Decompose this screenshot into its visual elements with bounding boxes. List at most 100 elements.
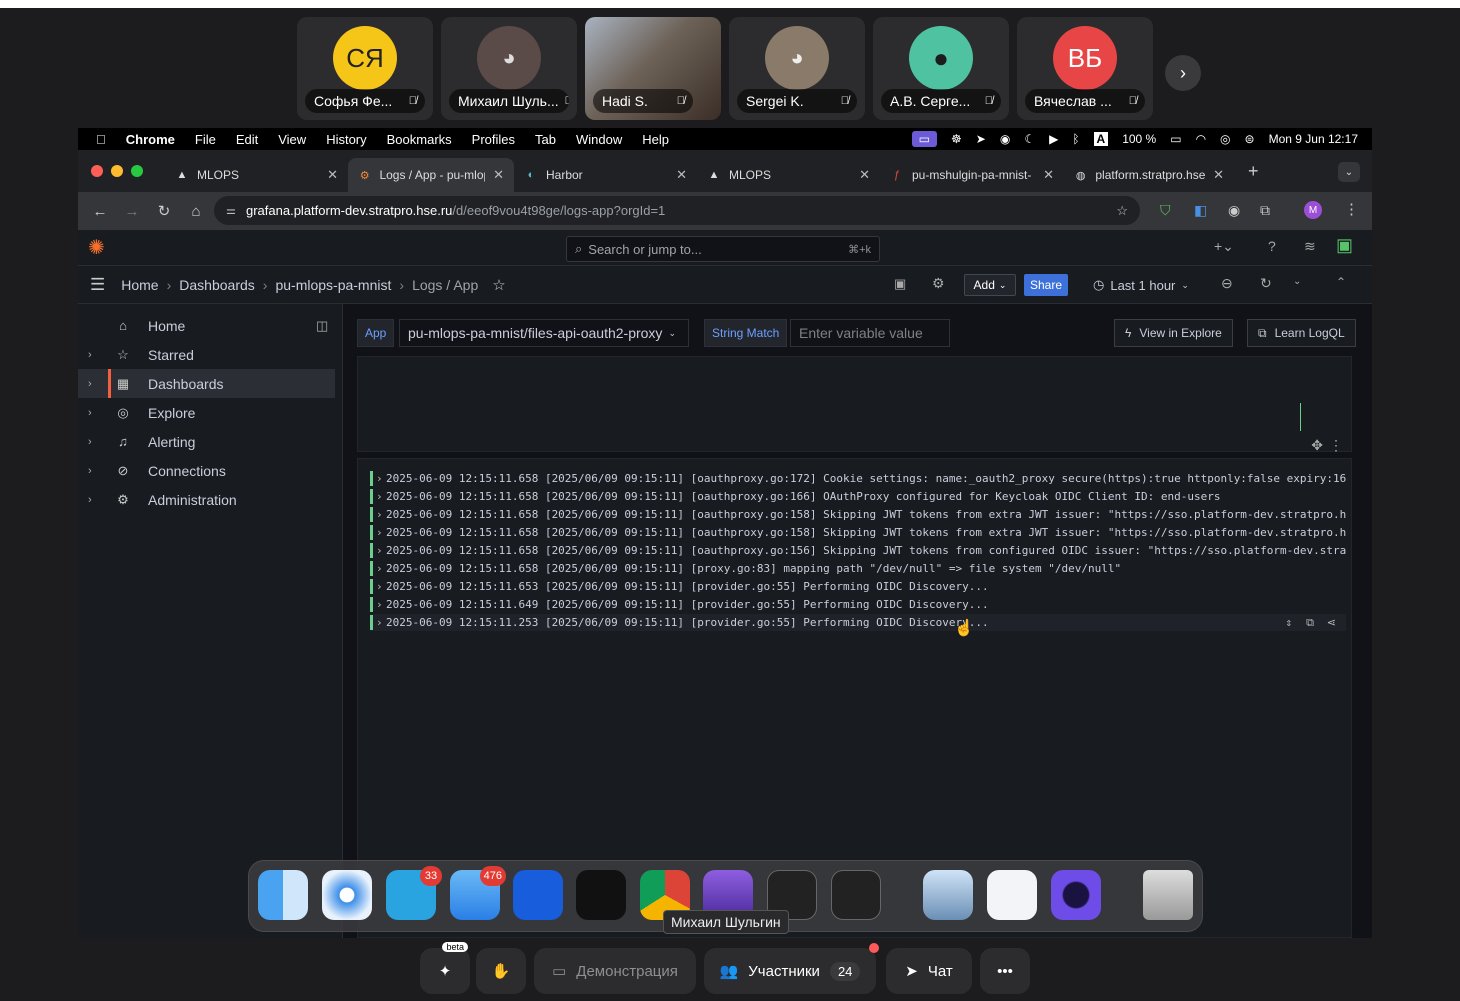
menu-history[interactable]: History — [326, 132, 366, 147]
grafana-logo-icon[interactable]: ✺ — [88, 235, 105, 260]
log-line[interactable]: › 2025-06-09 12:15:11.653 [2025/06/09 09:… — [370, 578, 1346, 595]
settings-gear-icon[interactable]: ⚙ — [932, 275, 945, 292]
close-tab-icon[interactable]: ✕ — [327, 167, 338, 183]
nav-item-starred[interactable]: › ☆ Starred — [78, 340, 335, 369]
chevron-right-icon[interactable]: › — [88, 436, 92, 448]
breadcrumb-dashboards[interactable]: Dashboards — [179, 277, 255, 293]
log-line[interactable]: › 2025-06-09 12:15:11.658 [2025/06/09 09:… — [370, 470, 1346, 487]
add-button[interactable]: Add ⌄ — [964, 274, 1016, 296]
raise-hand-button[interactable]: ✋ — [476, 948, 526, 994]
participant-tile[interactable]: ◕ Sergei K. 🎙̸ — [729, 17, 865, 120]
drag-move-icon[interactable]: ✥ — [1311, 437, 1323, 454]
apple-icon[interactable]:  — [96, 132, 106, 147]
panel-menu-icon[interactable]: ⋮ — [1329, 437, 1343, 454]
activity-monitor-icon[interactable] — [831, 870, 881, 920]
menu-view[interactable]: View — [278, 132, 306, 147]
site-info-icon[interactable]: ⚌ — [226, 204, 236, 217]
log-line[interactable]: › 2025-06-09 12:15:11.658 [2025/06/09 09:… — [370, 506, 1346, 523]
reload-icon[interactable]: ↻ — [154, 202, 174, 220]
news-rss-icon[interactable]: ≋ — [1304, 238, 1316, 255]
expand-chevron-icon[interactable]: › — [376, 542, 383, 559]
favorite-star-icon[interactable]: ☆ — [492, 276, 505, 294]
expand-chevron-icon[interactable]: › — [376, 614, 383, 631]
back-icon[interactable]: ← — [90, 203, 110, 220]
browser-tab[interactable]: ▲ MLOPS ✕ — [697, 158, 880, 192]
battery-icon[interactable]: ▭ — [1170, 132, 1181, 146]
passwords-icon[interactable] — [987, 870, 1037, 920]
preview-icon[interactable] — [923, 870, 973, 920]
expand-chevron-icon[interactable]: › — [376, 596, 383, 613]
shield-extension-icon[interactable]: ⛉ — [1160, 202, 1171, 219]
notification-status-icon[interactable]: ◉ — [1000, 132, 1010, 146]
participant-tile-video[interactable]: Hadi S. 🎙̸ — [585, 17, 721, 120]
expand-chevron-icon[interactable]: › — [376, 470, 383, 487]
log-line[interactable]: › 2025-06-09 12:15:11.658 [2025/06/09 09:… — [370, 560, 1346, 577]
nav-item-dashboards[interactable]: › ▦ Dashboards — [78, 369, 335, 398]
moon-icon[interactable]: ☾ — [1024, 132, 1035, 146]
refresh-icon[interactable]: ↻ — [1260, 275, 1272, 292]
app-variable-select[interactable]: pu-mlops-pa-mnist/files-api-oauth2-proxy… — [399, 319, 689, 347]
zoom-out-icon[interactable]: ⊖ — [1221, 275, 1233, 292]
time-range-picker[interactable]: ◷ Last 1 hour ⌄ — [1093, 274, 1189, 296]
home-icon[interactable]: ⌂ — [186, 203, 206, 220]
nav-item-home[interactable]: ⌂ Home ◫ — [78, 311, 335, 340]
tab-search-icon[interactable]: ⌄ — [1338, 162, 1360, 182]
breadcrumb-folder[interactable]: pu-mlops-pa-mnist — [275, 277, 391, 293]
screen-share-status-icon[interactable]: ▭ — [911, 131, 937, 147]
clock[interactable]: Mon 9 Jun 12:17 — [1269, 132, 1358, 146]
log-line[interactable]: › 2025-06-09 12:15:11.658 [2025/06/09 09:… — [370, 524, 1346, 541]
screen-share-button[interactable]: ▭ Демонстрация — [534, 948, 696, 994]
bookmark-star-icon[interactable]: ☆ — [1116, 203, 1128, 219]
expand-chevron-icon[interactable]: › — [376, 524, 383, 541]
browser-tab[interactable]: ◍ platform.stratpro.hse.ru ✕ — [1064, 158, 1234, 192]
minimize-window-button[interactable] — [111, 165, 123, 177]
dock-menu-icon[interactable]: ◫ — [316, 318, 328, 334]
participant-tile[interactable]: СЯ Софья Фе... 🎙̸ — [297, 17, 433, 120]
expand-chevron-icon[interactable]: › — [376, 578, 383, 595]
extensions-puzzle-icon[interactable]: ⧉ — [1260, 202, 1270, 219]
chrome-menu-icon[interactable]: ⋮ — [1344, 200, 1359, 218]
menu-hamburger-icon[interactable]: ☰ — [90, 275, 105, 295]
extension-icon[interactable]: ◉ — [1228, 202, 1240, 219]
string-match-input[interactable]: Enter variable value — [790, 319, 950, 347]
participants-button[interactable]: 👥 Участники 24 — [704, 943, 879, 994]
menu-edit[interactable]: Edit — [236, 132, 258, 147]
menu-bookmarks[interactable]: Bookmarks — [387, 132, 452, 147]
close-tab-icon[interactable]: ✕ — [493, 167, 504, 183]
menu-help[interactable]: Help — [642, 132, 669, 147]
close-tab-icon[interactable]: ✕ — [676, 167, 687, 183]
zoom-window-button[interactable] — [131, 165, 143, 177]
app-icon[interactable] — [1051, 870, 1101, 920]
ai-assistant-button[interactable]: ✦ beta — [420, 942, 470, 994]
menu-file[interactable]: File — [195, 132, 216, 147]
user-switch-icon[interactable]: ◎ — [1220, 132, 1230, 146]
more-options-button[interactable]: ••• — [980, 948, 1030, 994]
expand-chevron-icon[interactable]: › — [376, 506, 383, 523]
share-button[interactable]: Share — [1024, 274, 1068, 296]
perplexity-icon[interactable] — [576, 870, 626, 920]
play-status-icon[interactable]: ▶ — [1049, 132, 1058, 146]
bitwarden-extension-icon[interactable]: ◧ — [1194, 202, 1207, 219]
chevron-right-icon[interactable]: › — [88, 349, 92, 361]
close-tab-icon[interactable]: ✕ — [1043, 167, 1054, 183]
next-participants-button[interactable]: › — [1165, 55, 1201, 91]
participant-tile[interactable]: ◕ Михаил Шуль... 🎙̸ — [441, 17, 577, 120]
copy-icon[interactable]: ⧉ — [1306, 614, 1314, 631]
forward-icon[interactable]: → — [122, 203, 142, 220]
chevron-right-icon[interactable]: › — [88, 465, 92, 477]
browser-tab[interactable]: ƒ pu-mshulgin-pa-mnist- ✕ — [880, 158, 1064, 192]
input-source-icon[interactable]: A — [1093, 132, 1109, 146]
bluetooth-icon[interactable]: ᛒ — [1072, 132, 1079, 146]
chevron-right-icon[interactable]: › — [88, 407, 92, 419]
share-link-icon[interactable]: ⋖ — [1327, 614, 1336, 631]
extension-status-icon[interactable]: ☸ — [951, 132, 962, 146]
menu-app-name[interactable]: Chrome — [126, 132, 175, 147]
refresh-interval-chevron-icon[interactable]: ⌄ — [1293, 276, 1301, 287]
safari-icon[interactable] — [322, 870, 372, 920]
expand-chevron-icon[interactable]: › — [376, 488, 383, 505]
help-icon[interactable]: ? — [1268, 238, 1276, 254]
participant-tile[interactable]: ВБ Вячеслав ... 🎙̸ — [1017, 17, 1153, 120]
participant-tile[interactable]: ● А.В. Серге... 🎙̸ — [873, 17, 1009, 120]
send-status-icon[interactable]: ➤ — [976, 132, 986, 146]
close-tab-icon[interactable]: ✕ — [859, 167, 870, 183]
